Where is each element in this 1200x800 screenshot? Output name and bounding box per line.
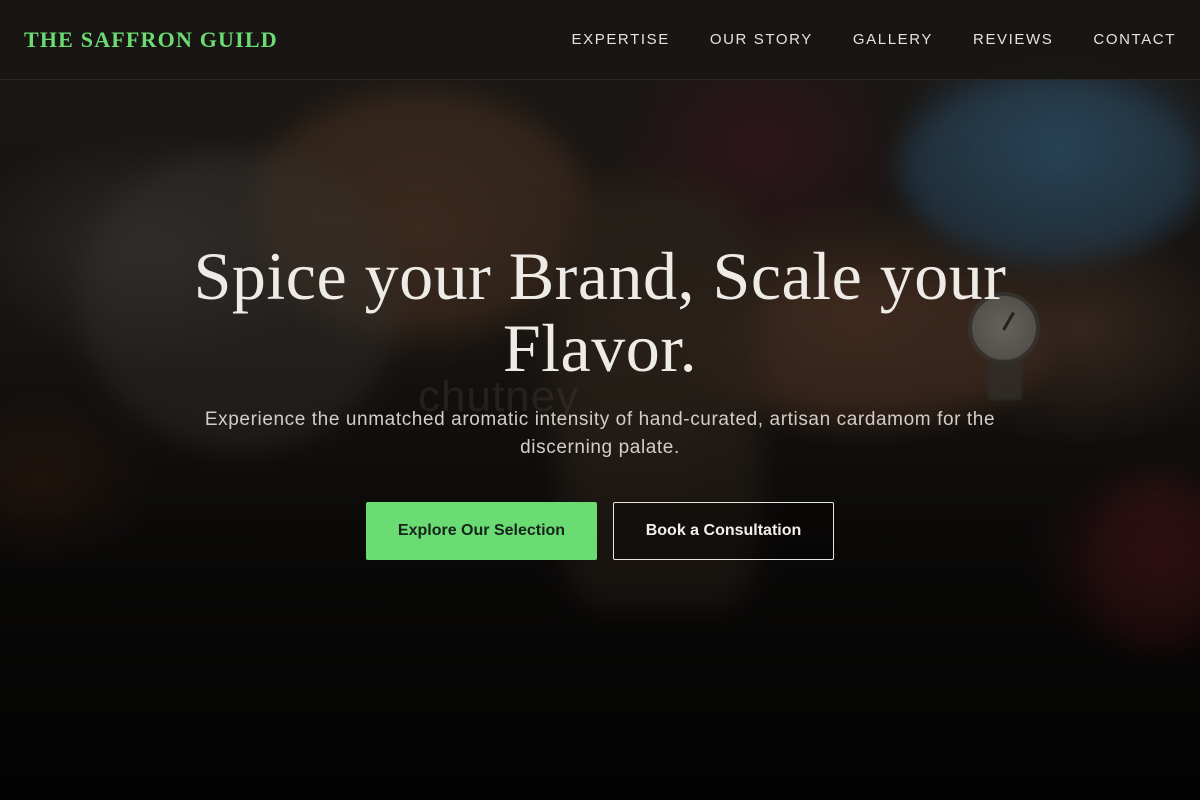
nav-link-our-story[interactable]: OUR STORY xyxy=(710,31,813,48)
nav-link-reviews[interactable]: REVIEWS xyxy=(973,31,1053,48)
explore-selection-button[interactable]: Explore Our Selection xyxy=(366,502,597,560)
hero-headline: Spice your Brand, Scale your Flavor. xyxy=(193,238,1007,386)
hero-section: Spice your Brand, Scale your Flavor. Exp… xyxy=(0,240,1200,560)
hero-cta-group: Explore Our Selection Book a Consultatio… xyxy=(0,502,1200,560)
nav-link-gallery[interactable]: GALLERY xyxy=(853,31,933,48)
nav-link-expertise[interactable]: EXPERTISE xyxy=(572,31,670,48)
book-consultation-button[interactable]: Book a Consultation xyxy=(613,502,834,560)
top-navbar: THE SAFFRON GUILD EXPERTISE OUR STORY GA… xyxy=(0,0,1200,80)
nav-link-contact[interactable]: CONTACT xyxy=(1093,31,1176,48)
brand-logo[interactable]: THE SAFFRON GUILD xyxy=(24,27,278,53)
nav-menu: EXPERTISE OUR STORY GALLERY REVIEWS CONT… xyxy=(572,31,1176,49)
landing-page: chutney THE SAFFRON GUILD EXPERTISE OUR … xyxy=(0,0,1200,800)
hero-subheadline: Experience the unmatched aromatic intens… xyxy=(204,409,996,458)
